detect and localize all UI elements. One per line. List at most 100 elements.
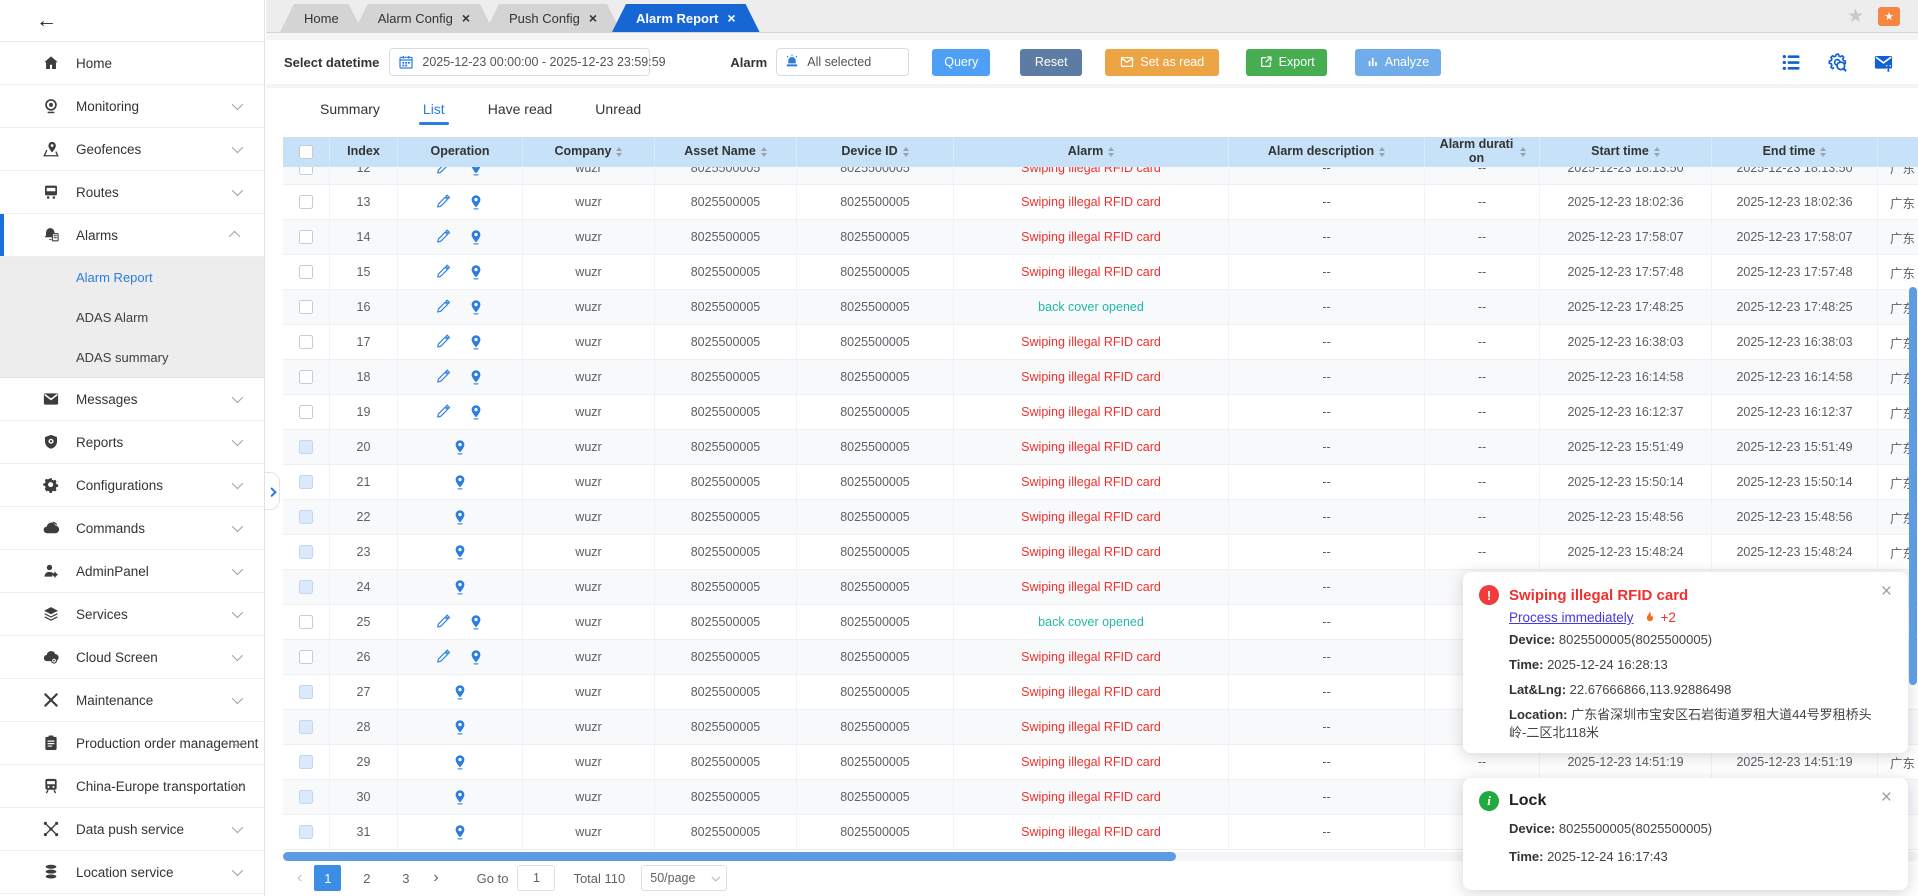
sidebar-collapse-handle[interactable] [265,472,280,510]
analyze-button[interactable]: Analyze [1355,49,1441,76]
sidebar-item-routes[interactable]: Routes [0,171,264,214]
tab-alarm-config[interactable]: Alarm Config× [354,4,494,32]
row-checkbox[interactable] [299,755,313,769]
row-checkbox[interactable] [299,475,313,489]
sidebar-item-cloud-screen[interactable]: Cloud Screen [0,636,264,679]
edit-pencil-icon[interactable] [436,167,452,176]
location-pin-icon[interactable] [468,404,484,420]
row-checkbox[interactable] [299,405,313,419]
location-pin-icon[interactable] [468,167,484,176]
row-checkbox[interactable] [299,440,313,454]
row-checkbox[interactable] [299,615,313,629]
edit-pencil-icon[interactable] [436,299,452,315]
row-checkbox[interactable] [299,545,313,559]
location-pin-icon[interactable] [468,334,484,350]
location-pin-icon[interactable] [452,754,468,770]
set-as-read-button[interactable]: Set as read [1105,49,1219,76]
column-header-alarm-description[interactable]: Alarm description [1229,137,1425,167]
location-pin-icon[interactable] [452,544,468,560]
column-header-asset-name[interactable]: Asset Name [655,137,797,167]
location-pin-icon[interactable] [452,789,468,805]
collection-icon[interactable]: ★ [1878,7,1900,26]
back-arrow-icon[interactable]: ← [36,10,57,31]
row-checkbox[interactable] [299,335,313,349]
page-button-3[interactable]: 3 [392,865,419,891]
sidebar-subitem-adas-alarm[interactable]: ADAS Alarm [0,297,264,337]
edit-pencil-icon[interactable] [436,369,452,385]
location-pin-icon[interactable] [468,264,484,280]
sidebar-subitem-alarm-report[interactable]: Alarm Report [0,257,264,297]
edit-pencil-icon[interactable] [436,264,452,280]
next-page-button[interactable]: › [433,869,438,887]
close-icon[interactable]: × [727,11,735,25]
alarm-settings-search-icon[interactable] [1827,52,1848,73]
edit-pencil-icon[interactable] [436,194,452,210]
alarm-type-select[interactable]: All selected [776,48,909,76]
export-button[interactable]: Export [1246,49,1327,76]
subtab-list[interactable]: List [423,101,445,117]
edit-pencil-icon[interactable] [436,649,452,665]
horizontal-scrollbar-thumb[interactable] [283,852,1176,861]
row-checkbox[interactable] [299,790,313,804]
column-header-device-id[interactable]: Device ID [797,137,954,167]
sidebar-item-location-service[interactable]: Location service [0,851,264,894]
column-header-alarm[interactable]: Alarm [954,137,1229,167]
row-checkbox[interactable] [299,580,313,594]
location-pin-icon[interactable] [468,194,484,210]
location-pin-icon[interactable] [452,824,468,840]
datetime-range-input[interactable]: 2025-12-23 00:00:00 - 2025-12-23 23:59:5… [389,48,650,76]
location-pin-icon[interactable] [452,439,468,455]
subtab-unread[interactable]: Unread [595,101,641,117]
sidebar-item-geofences[interactable]: Geofences [0,128,264,171]
page-size-select[interactable]: 50/page [641,865,727,891]
close-icon[interactable]: × [462,11,470,25]
sidebar-item-china-europe-transportation[interactable]: China-Europe transportation [0,765,264,808]
sidebar-item-alarms[interactable]: Alarms [0,214,264,257]
row-checkbox[interactable] [299,195,313,209]
row-checkbox[interactable] [299,300,313,314]
page-button-1[interactable]: 1 [314,865,341,891]
row-checkbox[interactable] [299,230,313,244]
column-list-icon[interactable] [1781,52,1802,73]
location-pin-icon[interactable] [468,649,484,665]
vertical-scrollbar-thumb[interactable] [1909,287,1917,685]
mail-push-icon[interactable] [1873,52,1894,73]
row-checkbox[interactable] [299,685,313,699]
close-icon[interactable]: × [589,11,597,25]
sidebar-item-reports[interactable]: Reports [0,421,264,464]
close-icon[interactable]: × [1881,585,1892,599]
row-checkbox[interactable] [299,370,313,384]
edit-pencil-icon[interactable] [436,334,452,350]
goto-page-input[interactable] [517,865,555,891]
subtab-summary[interactable]: Summary [320,101,380,117]
tab-home[interactable]: Home [280,4,363,32]
location-pin-icon[interactable] [468,614,484,630]
sidebar-item-production-order-management[interactable]: Production order management [0,722,264,765]
row-checkbox[interactable] [299,265,313,279]
sidebar-item-adminpanel[interactable]: AdminPanel [0,550,264,593]
row-checkbox[interactable] [299,650,313,664]
sidebar-item-commands[interactable]: Commands [0,507,264,550]
column-header-alarm-duration[interactable]: Alarm duration [1425,137,1540,167]
location-pin-icon[interactable] [452,509,468,525]
reset-button[interactable]: Reset [1020,49,1082,76]
column-header-end-time[interactable]: End time [1712,137,1878,167]
location-pin-icon[interactable] [452,474,468,490]
sidebar-item-configurations[interactable]: Configurations [0,464,264,507]
sidebar-item-home[interactable]: Home [0,42,264,85]
location-pin-icon[interactable] [452,719,468,735]
column-header-start-time[interactable]: Start time [1540,137,1712,167]
sidebar-subitem-adas-summary[interactable]: ADAS summary [0,337,264,377]
sidebar-item-services[interactable]: Services [0,593,264,636]
row-checkbox[interactable] [299,167,313,175]
process-immediately-link[interactable]: Process immediately [1509,610,1634,625]
close-icon[interactable]: × [1881,791,1892,805]
sidebar-item-data-push-service[interactable]: Data push service [0,808,264,851]
edit-pencil-icon[interactable] [436,614,452,630]
row-checkbox[interactable] [299,825,313,839]
edit-pencil-icon[interactable] [436,229,452,245]
row-checkbox[interactable] [299,510,313,524]
location-pin-icon[interactable] [468,229,484,245]
favorite-star-icon[interactable]: ★ [1847,5,1864,28]
tab-push-config[interactable]: Push Config× [485,4,621,32]
